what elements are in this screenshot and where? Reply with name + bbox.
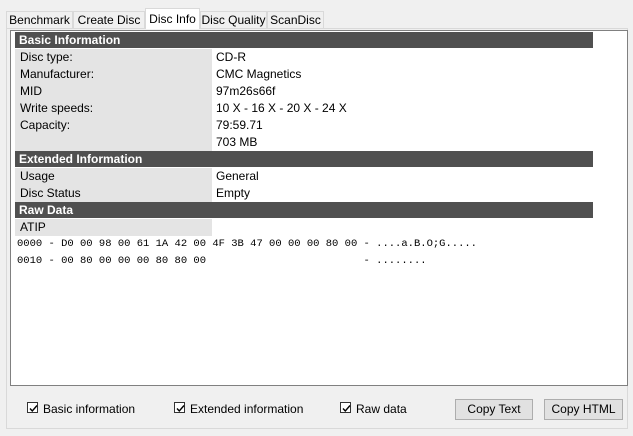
row-key: Manufacturer: <box>15 66 212 83</box>
section-header-basic: Basic Information <box>15 32 593 48</box>
check-icon <box>176 405 185 413</box>
tab-scandisc[interactable]: ScanDisc <box>267 11 324 28</box>
checkbox-box[interactable] <box>174 402 185 413</box>
checkbox-label: Basic information <box>43 402 136 416</box>
row-key <box>15 134 212 151</box>
tab-create-disc[interactable]: Create Disc <box>73 11 145 28</box>
row-value: 79:59.71 <box>216 118 263 132</box>
row-key: MID <box>15 83 212 100</box>
raw-hex-line: 0010 - 00 80 00 00 00 80 80 00 - .......… <box>17 255 427 267</box>
row-value: CD-R <box>216 50 246 64</box>
disc-info-report[interactable]: Basic Information Disc type: CD-R Manufa… <box>10 30 628 386</box>
check-icon <box>342 405 351 413</box>
row-key: Capacity: <box>15 117 212 134</box>
copy-html-button[interactable]: Copy HTML <box>544 399 623 420</box>
checkbox-box[interactable] <box>340 402 351 413</box>
row-value: 97m26s66f <box>216 84 276 98</box>
row-key: ATIP <box>15 219 212 236</box>
row-value: CMC Magnetics <box>216 67 302 81</box>
row-value: 703 MB <box>216 135 258 149</box>
row-key: Usage <box>15 168 212 185</box>
checkbox-label: Extended information <box>190 402 304 416</box>
row-key: Write speeds: <box>15 100 212 117</box>
section-header-extended: Extended Information <box>15 151 593 167</box>
row-value: General <box>216 169 259 183</box>
check-icon <box>29 405 38 413</box>
row-key: Disc Status <box>15 185 212 202</box>
checkbox-box[interactable] <box>27 402 38 413</box>
tab-benchmark[interactable]: Benchmark <box>6 11 73 28</box>
tab-disc-quality[interactable]: Disc Quality <box>200 11 267 28</box>
row-key: Disc type: <box>15 49 212 66</box>
row-value: 10 X - 16 X - 20 X - 24 X <box>216 101 347 115</box>
section-header-raw: Raw Data <box>15 202 593 218</box>
tab-disc-info[interactable]: Disc Info <box>145 8 200 29</box>
checkbox-label: Raw data <box>356 402 407 416</box>
copy-text-button[interactable]: Copy Text <box>455 399 533 420</box>
raw-hex-line: 0000 - D0 00 98 00 61 1A 42 00 4F 3B 47 … <box>17 238 477 250</box>
row-value: Empty <box>216 186 251 200</box>
